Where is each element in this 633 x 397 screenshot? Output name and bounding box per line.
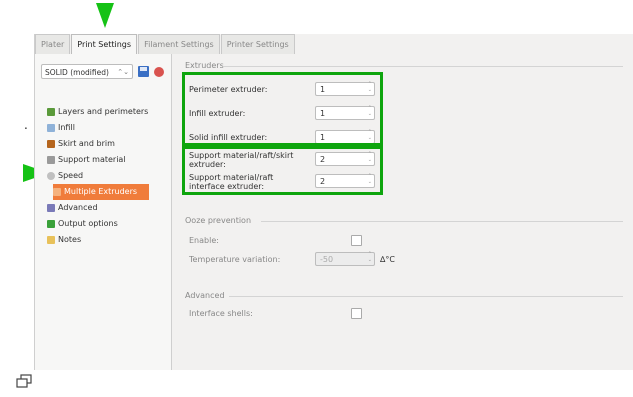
temperature-variation-label: Temperature variation: <box>189 255 281 264</box>
chevron-updown-icon: ⌃⌄ <box>117 68 129 76</box>
sidebar-item-label: Infill <box>58 123 75 132</box>
interface-shells-checkbox[interactable] <box>351 308 362 319</box>
temperature-variation-input[interactable]: -50 <box>315 251 375 266</box>
sidebar-item-multiple-extruders[interactable]: Multiple Extruders <box>53 184 149 200</box>
support-icon <box>47 156 55 164</box>
sidebar-item-label: Speed <box>58 171 84 180</box>
section-divider <box>261 221 623 222</box>
ooze-enable-label: Enable: <box>189 236 219 245</box>
extruders-icon <box>53 188 61 196</box>
section-divider <box>223 66 623 67</box>
preset-row: SOLID (modified) ⌃⌄ <box>41 64 164 79</box>
stray-dot: . <box>24 118 28 132</box>
infill-icon <box>47 124 55 132</box>
tab-filament-settings[interactable]: Filament Settings <box>138 34 220 54</box>
sidebar-item-label: Output options <box>58 219 118 228</box>
sidebar-item-layers[interactable]: Layers and perimeters <box>47 104 167 120</box>
sidebar-item-label: Layers and perimeters <box>58 107 149 116</box>
sidebar-item-support[interactable]: Support material <box>47 152 167 168</box>
window-restore-icon[interactable] <box>16 374 32 388</box>
sidebar-item-label: Support material <box>58 155 126 164</box>
settings-sidebar: SOLID (modified) ⌃⌄ Layers and perimeter… <box>35 54 172 370</box>
sidebar-item-output[interactable]: Output options <box>47 216 167 232</box>
preset-value: SOLID (modified) <box>45 68 109 77</box>
highlight-box-top <box>182 72 383 146</box>
sidebar-item-advanced[interactable]: Advanced <box>47 200 167 216</box>
tab-print-settings[interactable]: Print Settings <box>71 34 138 54</box>
tab-plater[interactable]: Plater <box>35 34 71 54</box>
interface-shells-label: Interface shells: <box>189 309 253 318</box>
preset-select[interactable]: SOLID (modified) ⌃⌄ <box>41 64 133 79</box>
section-title-ooze: Ooze prevention <box>185 216 252 225</box>
annotation-arrow-down <box>96 3 114 28</box>
section-title-extruders: Extruders <box>185 61 224 70</box>
notes-icon <box>47 236 55 244</box>
temperature-unit: ∆°C <box>380 255 395 264</box>
save-icon[interactable] <box>138 66 149 77</box>
ooze-enable-checkbox[interactable] <box>351 235 362 246</box>
sidebar-item-notes[interactable]: Notes <box>47 232 167 248</box>
settings-content: Extruders Perimeter extruder: 1 Infill e… <box>181 54 626 370</box>
layers-icon <box>47 108 55 116</box>
settings-window: Plater Print Settings Filament Settings … <box>34 34 633 370</box>
settings-nav: Layers and perimeters Infill Skirt and b… <box>41 104 167 248</box>
skirt-icon <box>47 140 55 148</box>
section-divider <box>229 296 623 297</box>
wrench-icon <box>47 204 55 212</box>
sidebar-item-label: Notes <box>58 235 82 244</box>
sidebar-item-infill[interactable]: Infill <box>47 120 167 136</box>
tab-printer-settings[interactable]: Printer Settings <box>220 34 295 54</box>
sidebar-item-speed[interactable]: Speed <box>47 168 167 184</box>
speed-icon <box>47 172 55 180</box>
sidebar-item-label: Skirt and brim <box>58 139 115 148</box>
sidebar-item-label: Advanced <box>58 203 98 212</box>
sidebar-item-label: Multiple Extruders <box>64 187 138 196</box>
section-title-advanced: Advanced <box>185 291 225 300</box>
tab-bar: Plater Print Settings Filament Settings … <box>35 34 633 54</box>
highlight-box-bottom <box>182 146 383 195</box>
sidebar-item-skirt[interactable]: Skirt and brim <box>47 136 167 152</box>
delete-icon[interactable] <box>154 66 164 77</box>
output-icon <box>47 220 55 228</box>
